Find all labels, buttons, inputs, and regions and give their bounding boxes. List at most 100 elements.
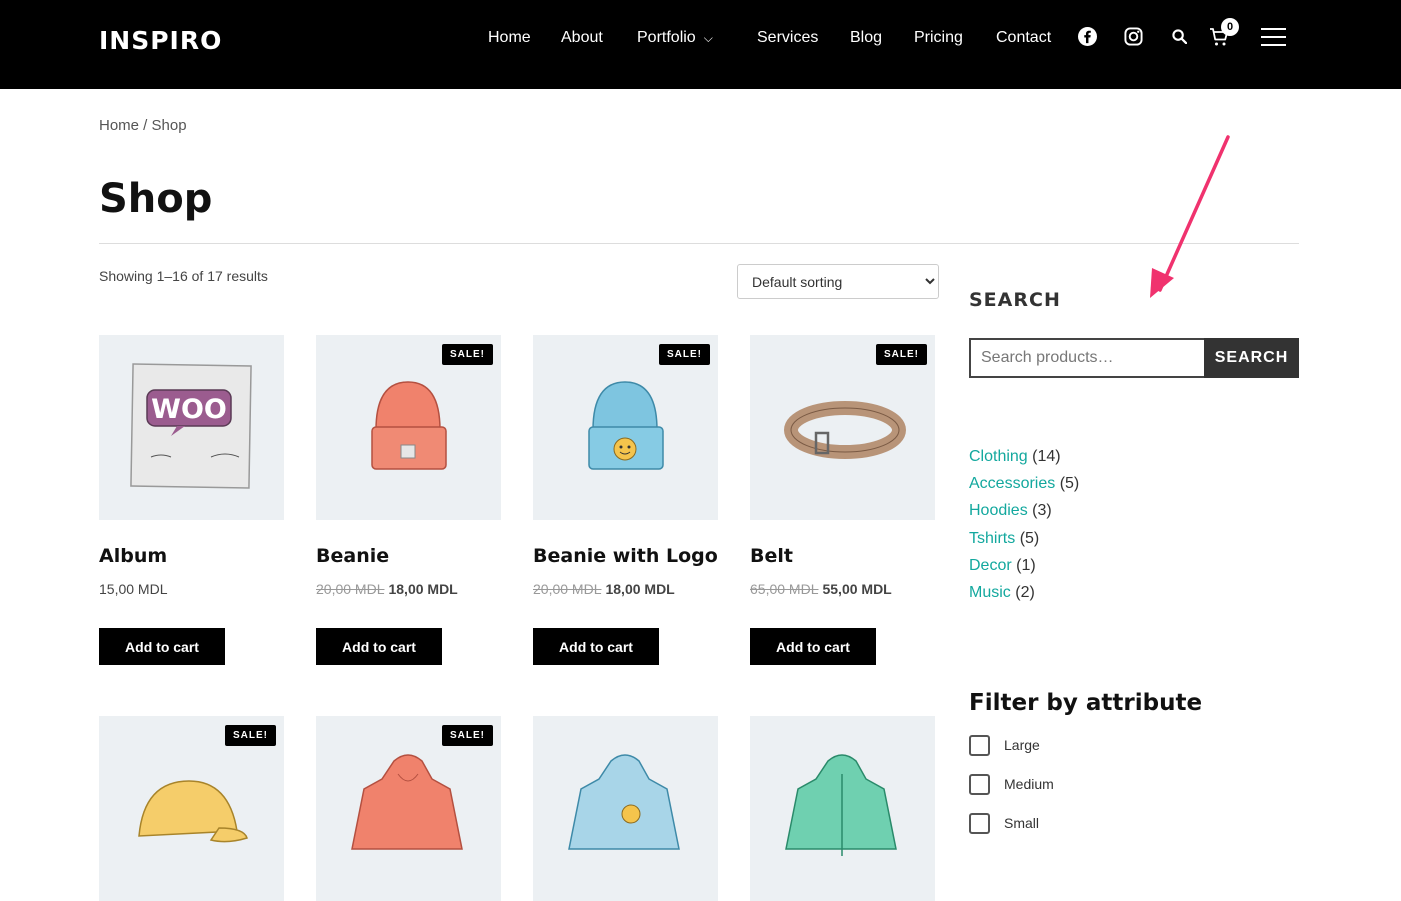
product-name[interactable]: Beanie <box>316 545 389 567</box>
product-image[interactable]: SALE! <box>750 335 935 520</box>
product-price: 65,00 MDL 55,00 MDL <box>750 581 892 597</box>
product-card: SALE! Belt 65,00 MDL 55,00 MDL Add to car… <box>750 335 935 665</box>
category-link-accessories[interactable]: Accessories <box>969 475 1055 492</box>
category-link-hoodies[interactable]: Hoodies <box>969 502 1028 519</box>
list-item: Hoodies (3) <box>969 502 1079 529</box>
svg-text:WOO: WOO <box>151 394 227 425</box>
checkbox[interactable] <box>969 773 990 795</box>
category-link-decor[interactable]: Decor <box>969 557 1012 574</box>
menu-icon[interactable] <box>1261 28 1286 46</box>
add-to-cart-button[interactable]: Add to cart <box>99 628 225 665</box>
category-link-clothing[interactable]: Clothing <box>969 448 1028 465</box>
album-illustration: WOO <box>130 363 252 489</box>
product-image[interactable]: SALE! <box>316 716 501 901</box>
add-to-cart-button[interactable]: Add to cart <box>316 628 442 665</box>
result-count: Showing 1–16 of 17 results <box>99 268 268 284</box>
product-image[interactable]: SALE! <box>99 716 284 901</box>
filter-option-large[interactable]: Large <box>969 734 1040 756</box>
nav-services[interactable]: Services <box>757 29 818 47</box>
checkbox[interactable] <box>969 812 990 834</box>
filter-label: Large <box>1004 737 1040 753</box>
category-count: (5) <box>1019 529 1040 547</box>
search-button[interactable]: SEARCH <box>1204 338 1299 378</box>
chevron-down-icon: ⌵ <box>703 31 713 45</box>
price-current: 15,00 MDL <box>99 581 168 597</box>
list-item: Decor (1) <box>969 557 1079 584</box>
product-price: 15,00 MDL <box>99 581 167 597</box>
cart-count-badge: 0 <box>1221 18 1239 36</box>
sale-badge: SALE! <box>225 725 276 746</box>
filter-label: Medium <box>1004 776 1054 792</box>
filter-option-medium[interactable]: Medium <box>969 773 1054 795</box>
sort-select[interactable]: Default sorting <box>737 264 939 299</box>
sale-badge: SALE! <box>659 344 710 365</box>
breadcrumb-separator: / <box>139 117 152 134</box>
checkbox[interactable] <box>969 734 990 756</box>
product-name[interactable]: Album <box>99 545 167 567</box>
filter-label: Small <box>1004 815 1040 831</box>
product-card: SALE! Beanie 20,00 MDL 18,00 MDL Add to c… <box>316 335 501 665</box>
price-old: 20,00 MDL <box>533 581 602 597</box>
sale-badge: SALE! <box>442 725 493 746</box>
list-item: Tshirts (5) <box>969 530 1079 557</box>
site-logo[interactable]: INSPIRO <box>99 26 222 55</box>
product-image[interactable] <box>750 716 935 901</box>
facebook-icon[interactable] <box>1078 27 1097 46</box>
product-image[interactable]: SALE! <box>316 335 501 520</box>
product-image[interactable] <box>533 716 718 901</box>
hoodie-zipper-illustration <box>785 754 897 856</box>
search-icon[interactable] <box>1172 29 1187 44</box>
nav-home[interactable]: Home <box>488 29 531 47</box>
category-count: (14) <box>1032 448 1061 465</box>
list-item: Accessories (5) <box>969 475 1079 502</box>
category-count: (2) <box>1015 583 1035 601</box>
nav-blog[interactable]: Blog <box>850 29 882 47</box>
category-link-music[interactable]: Music <box>969 584 1011 601</box>
page-title: Shop <box>99 176 213 222</box>
category-count: (5) <box>1059 475 1080 493</box>
breadcrumb: Home / Shop <box>99 117 187 134</box>
category-count: (3) <box>1032 502 1052 520</box>
price-old: 65,00 MDL <box>750 581 819 597</box>
product-name[interactable]: Belt <box>750 545 793 567</box>
product-card <box>750 716 935 901</box>
product-card: SALE! <box>99 716 284 901</box>
add-to-cart-button[interactable]: Add to cart <box>533 628 659 665</box>
product-price: 20,00 MDL 18,00 MDL <box>316 581 458 597</box>
category-count: (1) <box>1016 556 1036 574</box>
product-card: SALE! <box>316 716 501 901</box>
filter-option-small[interactable]: Small <box>969 812 1039 834</box>
nav-pricing[interactable]: Pricing <box>914 29 963 47</box>
add-to-cart-button[interactable]: Add to cart <box>750 628 876 665</box>
nav-contact[interactable]: Contact <box>996 29 1051 47</box>
hoodie-logo-illustration <box>568 754 680 850</box>
product-image[interactable]: SALE! <box>533 335 718 520</box>
product-name[interactable]: Beanie with Logo <box>533 545 718 567</box>
nav-portfolio[interactable]: Portfolio ⌵ <box>637 29 713 47</box>
product-price: 20,00 MDL 18,00 MDL <box>533 581 675 597</box>
breadcrumb-home[interactable]: Home <box>99 117 139 134</box>
sale-badge: SALE! <box>442 344 493 365</box>
category-link-tshirts[interactable]: Tshirts <box>969 530 1015 547</box>
nav-about[interactable]: About <box>561 29 603 47</box>
filter-title: Filter by attribute <box>969 690 1203 716</box>
price-old: 20,00 MDL <box>316 581 385 597</box>
price-current: 55,00 MDL <box>822 581 892 597</box>
sale-badge: SALE! <box>876 344 927 365</box>
instagram-icon[interactable] <box>1124 27 1143 46</box>
breadcrumb-current: Shop <box>151 117 187 134</box>
search-heading: SEARCH <box>969 289 1061 311</box>
list-item: Music (2) <box>969 584 1079 611</box>
list-item: Clothing (14) <box>969 448 1079 475</box>
price-current: 18,00 MDL <box>605 581 675 597</box>
nav-portfolio-label: Portfolio <box>637 29 696 46</box>
product-card: WOO Album 15,00 MDL Add to cart <box>99 335 284 665</box>
product-image[interactable]: WOO <box>99 335 284 520</box>
search-input[interactable] <box>969 338 1205 378</box>
product-card <box>533 716 718 901</box>
divider <box>99 243 1299 244</box>
top-header: INSPIRO Home About Portfolio ⌵ Services B… <box>0 0 1401 89</box>
product-card: SALE! Beanie with Logo 20,00 MDL 18,00 MD… <box>533 335 718 665</box>
category-list: Clothing (14) Accessories (5) Hoodies (3… <box>969 448 1079 611</box>
annotation-arrow-icon <box>1150 135 1230 298</box>
